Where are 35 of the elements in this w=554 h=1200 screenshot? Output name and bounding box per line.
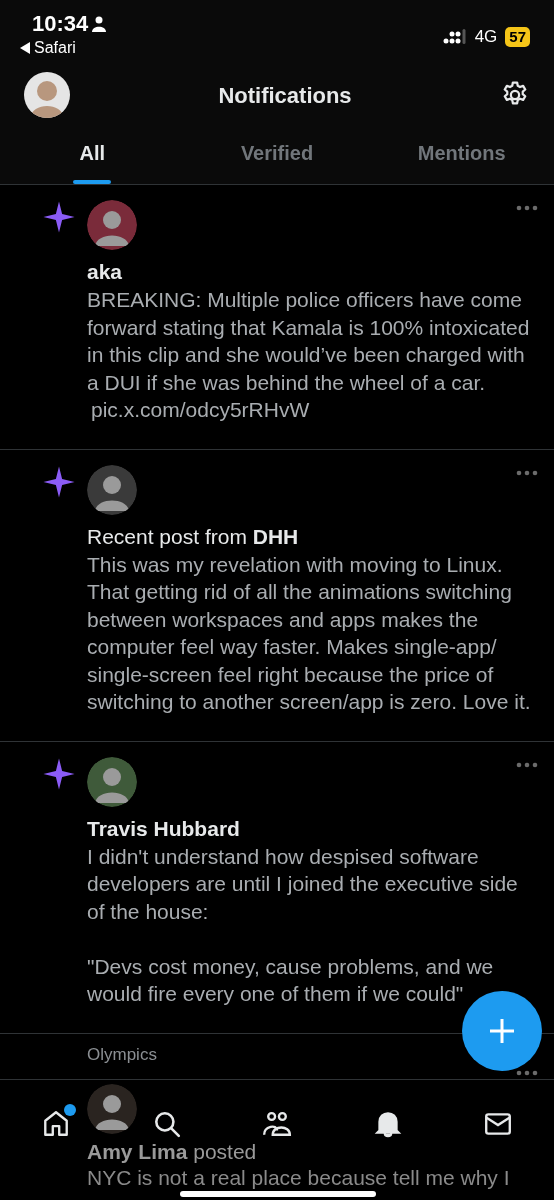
topic-label: Olympics xyxy=(87,1044,157,1064)
clock: 10:34 xyxy=(32,12,89,36)
sparkle-icon xyxy=(42,200,76,234)
more-icon[interactable] xyxy=(516,205,538,211)
avatar[interactable] xyxy=(87,464,137,515)
people-icon[interactable] xyxy=(262,1109,292,1139)
signal-icon xyxy=(442,28,467,45)
avatar[interactable] xyxy=(87,200,137,250)
home-icon[interactable] xyxy=(41,1109,71,1139)
tab[interactable]: All xyxy=(0,126,185,184)
plus-icon xyxy=(488,1017,516,1045)
battery-indicator: 57 xyxy=(505,26,530,47)
bell-icon[interactable] xyxy=(372,1109,403,1139)
back-icon[interactable] xyxy=(20,42,30,54)
notification-title: Amy Lima posted xyxy=(87,1139,257,1165)
notification-title: Travis Hubbard xyxy=(87,815,241,842)
network-label: 4G xyxy=(474,26,498,48)
more-icon[interactable] xyxy=(516,761,538,768)
notification-title: Recent post from DHH xyxy=(87,523,300,550)
person-icon xyxy=(92,16,107,32)
notification-title: aka xyxy=(87,259,124,285)
avatar[interactable] xyxy=(87,1084,137,1134)
more-icon[interactable] xyxy=(516,1069,538,1076)
post-text: This was my revelation with moving to Linux. That getting rid of all the animations switching between workspaces and apps makes the computer feel way faster. Makes single-app/ single-screen feel right because the price of switching to another screen/app is zero. Love it. xyxy=(87,551,532,715)
profile-avatar[interactable] xyxy=(24,72,70,118)
page-title: Notifications xyxy=(218,81,352,110)
post-link[interactable]: pic.x.com/odcy5rRHvW xyxy=(87,396,538,424)
back-app-link[interactable]: Safari xyxy=(34,36,76,60)
avatar[interactable] xyxy=(87,756,137,807)
tab[interactable]: Verified xyxy=(184,126,370,184)
post-text: NYC is not a real place because tell me why I xyxy=(87,1166,510,1190)
more-icon[interactable] xyxy=(516,469,538,476)
post-text: BREAKING: Multiple police officers have come forward stating that Kamala is 100% intoxicated in this clip and she would’ve been charged with a DUI if she was behind the wheel of a car. xyxy=(87,287,531,396)
tab[interactable]: Mentions xyxy=(369,126,554,184)
post-text: I didn't understand how despised software developers are until I joined the executive side of the house: "Devs cost money, cause problems, and we would fire every one of them if we could" xyxy=(87,843,519,1007)
